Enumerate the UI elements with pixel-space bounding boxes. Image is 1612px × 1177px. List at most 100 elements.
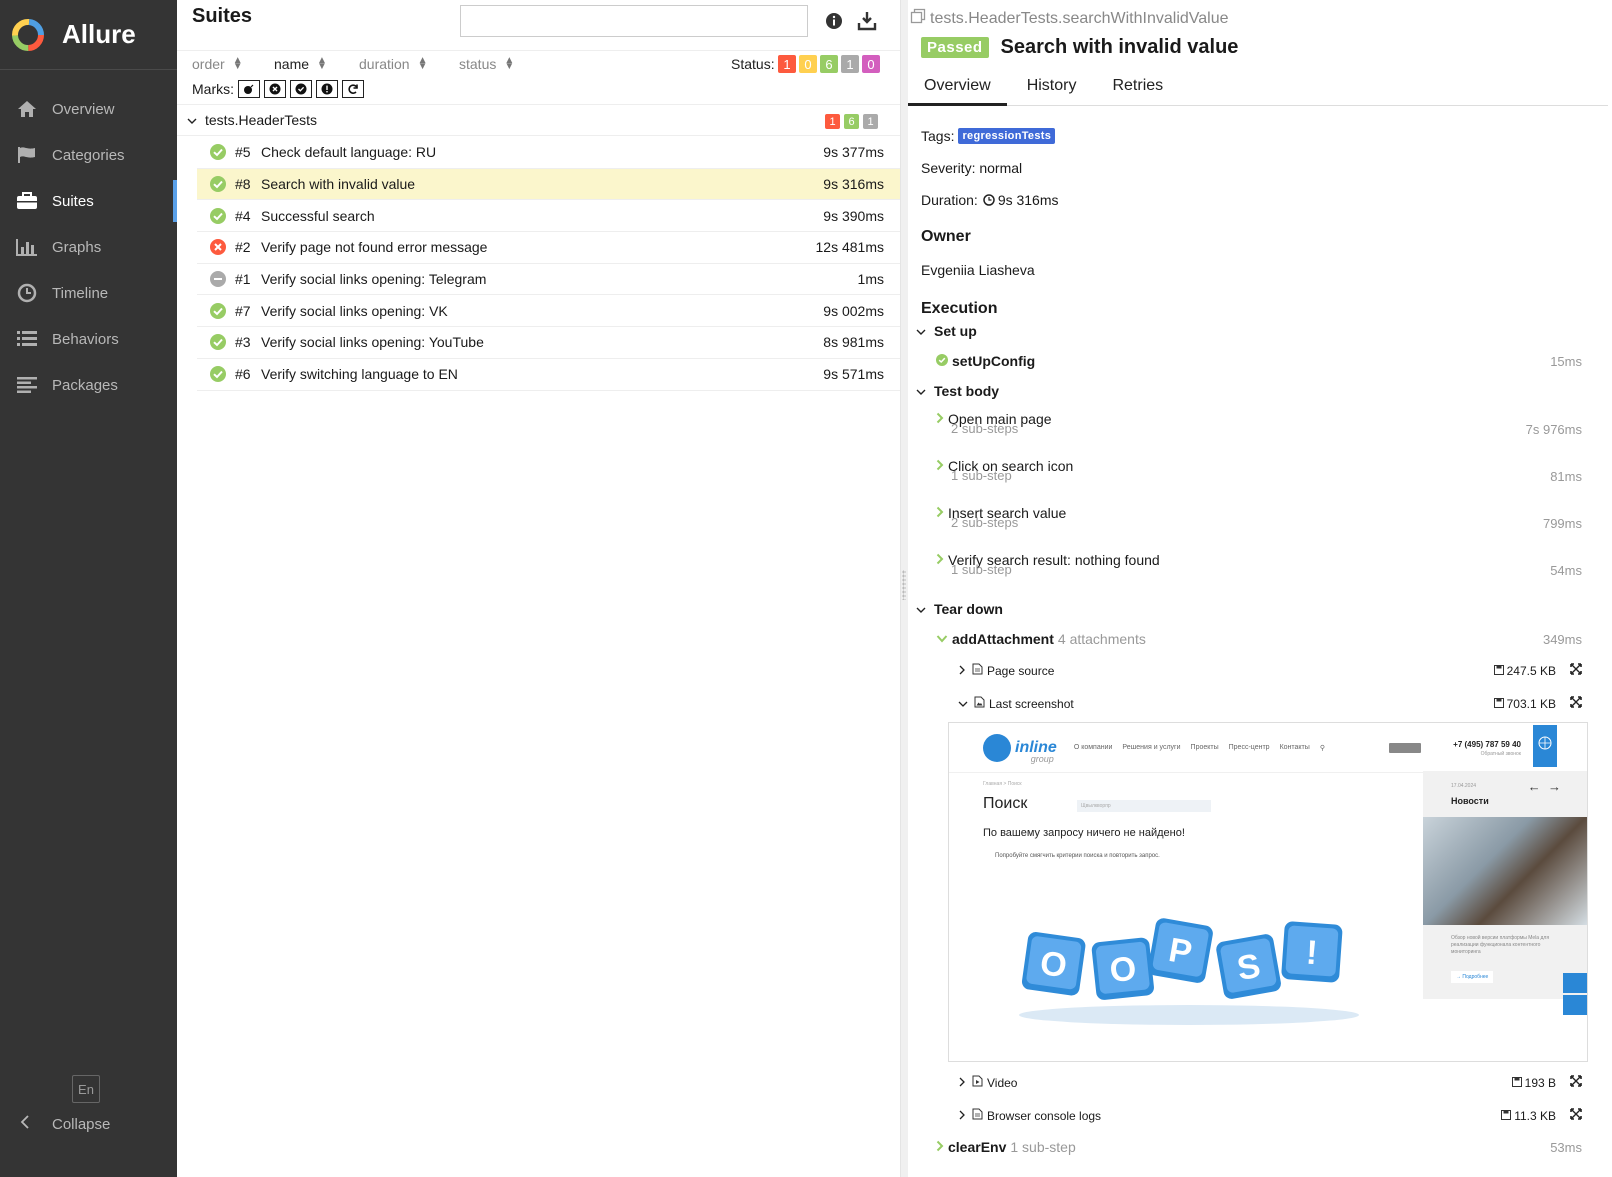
page-title: Suites [192, 5, 253, 27]
info-icon[interactable] [825, 12, 843, 33]
tag-badge[interactable]: regressionTests [958, 128, 1056, 144]
sidebar-item-overview[interactable]: Overview [0, 86, 177, 132]
suites-panel: Suites order ▲ ▼ name ▲ ▼ duration ▲ ▼ status ▲… [177, 0, 900, 1177]
sidebar-item-behaviors[interactable]: Behaviors [0, 316, 177, 362]
passed-icon [936, 353, 948, 369]
home-icon [16, 98, 38, 120]
refresh-icon[interactable] [342, 80, 364, 98]
tab-overview[interactable]: Overview [908, 70, 1007, 106]
check-circle-icon[interactable] [290, 80, 312, 98]
test-name: Verify page not found error message [261, 239, 488, 256]
chevron-right-icon [936, 552, 944, 568]
sidebar-item-graphs[interactable]: Graphs [0, 224, 177, 270]
save-icon [1493, 664, 1504, 678]
chevron-down-icon [958, 697, 968, 711]
status-passed-toggle[interactable]: 6 [820, 55, 838, 73]
test-row[interactable]: #6 Verify switching language to EN 9s 57… [197, 359, 900, 391]
app-title: Allure [62, 19, 136, 49]
file-text-icon [972, 663, 983, 678]
attachment-row[interactable]: Video 193 B [908, 1066, 1598, 1099]
attachment-row-expanded[interactable]: Last screenshot 703.1 KB [908, 687, 1598, 720]
clock-icon [983, 194, 995, 206]
times-circle-icon[interactable] [264, 80, 286, 98]
test-row[interactable]: #7 Verify social links opening: VK 9s 00… [197, 295, 900, 328]
step-duration: 7s 976ms [1525, 422, 1582, 437]
teardown-step-add-attachment[interactable]: addAttachment 4 attachments 349ms [908, 624, 1598, 654]
status-broken-toggle[interactable]: 0 [799, 55, 817, 73]
sidebar-item-timeline[interactable]: Timeline [0, 270, 177, 316]
status-failed-toggle[interactable]: 1 [778, 55, 796, 73]
shot-nav-item: Решения и услуги [1122, 743, 1181, 751]
attachment-row[interactable]: Browser console logs 11.3 KB [908, 1099, 1598, 1132]
passed-icon [209, 143, 227, 161]
save-icon [1493, 697, 1504, 711]
test-body-stage[interactable]: Test body [908, 376, 1598, 406]
sidebar-item-packages[interactable]: Packages [0, 362, 177, 408]
attachment-row[interactable]: Page source 247.5 KB [908, 654, 1598, 687]
test-duration: 9s 316ms [823, 176, 884, 193]
status-skipped-toggle[interactable]: 1 [841, 55, 859, 73]
shot-news-arrows-icon: ← → [1527, 779, 1561, 794]
test-row[interactable]: #5 Check default language: RU 9s 377ms [197, 137, 900, 169]
attachment-name: Page source [987, 663, 1055, 678]
search-input[interactable] [460, 5, 808, 37]
test-row[interactable]: #3 Verify social links opening: YouTube … [197, 327, 900, 359]
sidebar-item-categories[interactable]: Categories [0, 132, 177, 178]
test-row[interactable]: #2 Verify page not found error message 1… [197, 232, 900, 264]
test-row[interactable]: #4 Successful search 9s 390ms [197, 200, 900, 233]
shot-phone-side-icon [1563, 973, 1587, 993]
test-number: #8 [235, 176, 251, 193]
test-row[interactable]: #1 Verify social links opening: Telegram… [197, 264, 900, 296]
splitter-grip-icon[interactable] [902, 570, 906, 600]
test-number: #7 [235, 302, 251, 319]
body-step[interactable]: Verify search result: nothing found 1 su… [908, 547, 1598, 594]
language-button[interactable]: En [72, 1075, 100, 1103]
sort-duration[interactable]: duration ▲ ▼ [359, 56, 428, 73]
step-duration: 81ms [1550, 469, 1582, 484]
tab-history[interactable]: History [1011, 70, 1093, 106]
tab-retries[interactable]: Retries [1096, 70, 1179, 106]
test-full-name[interactable]: tests.HeaderTests.searchWithInvalidValue [910, 8, 1229, 29]
sort-duration-label: duration [359, 56, 410, 72]
shot-news-photo [1423, 817, 1587, 925]
oops-cube: O [1021, 932, 1086, 996]
step-name: setUpConfig [952, 353, 1036, 369]
test-body-label: Test body [934, 383, 1000, 399]
exclamation-circle-icon[interactable] [316, 80, 338, 98]
teardown-stage[interactable]: Tear down [908, 594, 1598, 624]
expand-icon[interactable] [1570, 1075, 1582, 1090]
test-row-selected[interactable]: #8 Search with invalid value 9s 316ms [197, 168, 900, 201]
setup-step[interactable]: setUpConfig 15ms [908, 346, 1598, 376]
sidebar-item-suites[interactable]: Suites [0, 178, 177, 224]
copy-icon[interactable] [910, 8, 926, 29]
screenshot-preview[interactable]: inline group О компании Решения и услуги… [948, 722, 1588, 1062]
sort-icon: ▲ ▼ [232, 55, 243, 72]
test-detail-panel: tests.HeaderTests.searchWithInvalidValue… [908, 0, 1612, 1177]
status-unknown-toggle[interactable]: 0 [862, 55, 880, 73]
overview-content: Tags: regressionTests Severity: normal D… [921, 120, 1601, 324]
download-icon[interactable] [857, 11, 877, 34]
body-step[interactable]: Open main page 2 sub-steps 7s 976ms [908, 406, 1598, 453]
brand[interactable]: Allure [0, 0, 177, 70]
tags-row: Tags: regressionTests [921, 120, 1601, 152]
sidebar: Allure Overview Categories Suites Graphs… [0, 0, 177, 1177]
bomb-icon[interactable] [238, 80, 260, 98]
expand-icon[interactable] [1570, 1108, 1582, 1123]
expand-icon[interactable] [1570, 663, 1582, 678]
shot-nav-item: Контакты [1279, 743, 1310, 751]
chevron-right-icon [936, 458, 944, 474]
expand-icon[interactable] [1570, 696, 1582, 711]
shot-nav: О компании Решения и услуги Проекты Прес… [1074, 744, 1335, 752]
sort-status[interactable]: status ▲ ▼ [459, 56, 514, 73]
teardown-step-clear-env[interactable]: clearEnv 1 sub-step 53ms [908, 1132, 1598, 1162]
oops-cube: ! [1281, 921, 1343, 983]
step-attachments-count: 4 attachments [1057, 631, 1146, 647]
attachment-size-value: 247.5 KB [1506, 663, 1556, 678]
body-step[interactable]: Click on search icon 1 sub-step 81ms [908, 453, 1598, 500]
sort-name[interactable]: name ▲ ▼ [274, 56, 327, 73]
suite-group[interactable]: tests.HeaderTests 1 6 1 [177, 104, 900, 136]
sort-order[interactable]: order ▲ ▼ [192, 55, 243, 73]
collapse-button[interactable]: Collapse [20, 1115, 110, 1133]
setup-stage[interactable]: Set up [908, 316, 1598, 346]
body-step[interactable]: Insert search value 2 sub-steps 799ms [908, 500, 1598, 547]
